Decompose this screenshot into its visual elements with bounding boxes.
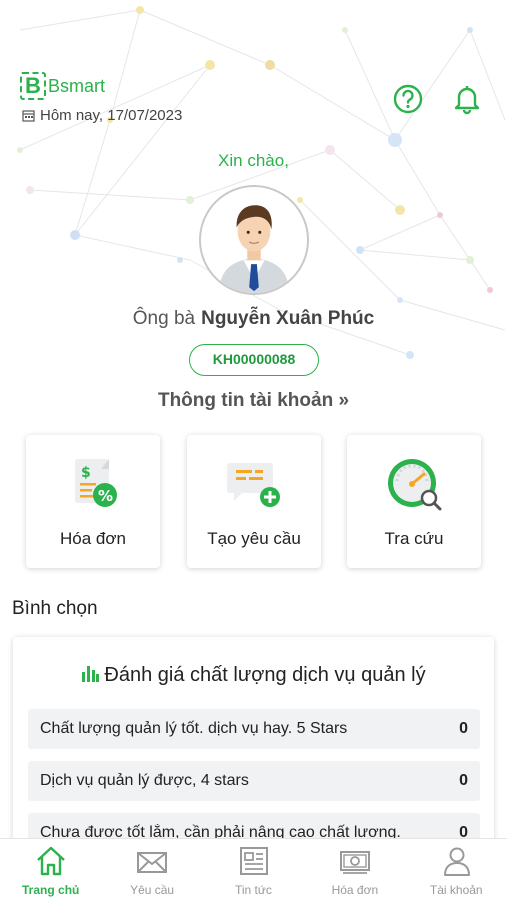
- poll-option-count: 0: [459, 772, 468, 789]
- logo-mark: B: [20, 72, 46, 100]
- invoice-card[interactable]: $ % Hóa đơn: [26, 435, 160, 568]
- nav-invoices-label: Hóa đơn: [331, 883, 379, 897]
- news-icon: [239, 847, 268, 875]
- poll-card: Đánh giá chất lượng dịch vụ quản lý Chất…: [13, 637, 494, 852]
- nav-news[interactable]: Tin tức: [203, 839, 304, 900]
- greeting: Xin chào,: [218, 151, 289, 170]
- nav-home-label: Trang chủ: [22, 883, 80, 897]
- create-request-label: Tạo yêu cầu: [207, 529, 301, 548]
- invoice-percent-icon: $ %: [75, 459, 117, 507]
- home-screen: B Bsmart Hôm nay, 17/07/2023 Xin chào, Ô…: [0, 0, 507, 900]
- customer-name-line: Ông bà Nguyễn Xuân Phúc: [0, 308, 507, 330]
- help-icon[interactable]: [392, 83, 424, 115]
- calendar-icon: [22, 110, 35, 122]
- poll-section-title: Bình chọn: [12, 598, 98, 619]
- invoice-label: Hóa đơn: [60, 529, 126, 548]
- lookup-card[interactable]: Tra cứu: [347, 435, 481, 568]
- poll-option[interactable]: Chất lượng quản lý tốt. dịch vụ hay. 5 S…: [28, 709, 480, 749]
- account-info-link[interactable]: Thông tin tài khoản »: [0, 390, 507, 412]
- poll-title: Đánh giá chất lượng dịch vụ quản lý: [104, 664, 426, 686]
- create-request-card[interactable]: Tạo yêu cầu: [187, 435, 321, 568]
- bar-chart-icon: [82, 666, 100, 682]
- poll-title-row: Đánh giá chất lượng dịch vụ quản lý: [13, 664, 494, 687]
- bottom-nav: Trang chủ Yêu cầu Tin tức Hóa đơn Tài kh…: [0, 838, 507, 900]
- nav-news-label: Tin tức: [235, 883, 272, 897]
- nav-account-label: Tài khoản: [429, 883, 483, 897]
- banknote-icon: [340, 851, 371, 874]
- lookup-label: Tra cứu: [384, 529, 444, 548]
- bell-icon[interactable]: [451, 83, 483, 115]
- lookup-gauge-icon: [388, 459, 442, 511]
- poll-option[interactable]: Dịch vụ quản lý được, 4 stars 0: [28, 761, 480, 801]
- user-icon: [443, 847, 470, 876]
- date-text: Hôm nay, 17/07/2023: [40, 107, 183, 124]
- customer-name: Nguyễn Xuân Phúc: [201, 308, 375, 329]
- customer-code-badge: KH00000088: [189, 344, 319, 376]
- brand-name: Bsmart: [48, 75, 106, 96]
- nav-requests-label: Yêu cầu: [130, 883, 175, 897]
- man-avatar-icon: [218, 205, 290, 293]
- nav-requests[interactable]: Yêu cầu: [101, 839, 202, 900]
- nav-invoices[interactable]: Hóa đơn: [304, 839, 405, 900]
- avatar[interactable]: [199, 185, 309, 295]
- envelope-icon: [137, 852, 168, 873]
- salutation: Ông bà: [132, 308, 196, 329]
- poll-option-text: Dịch vụ quản lý được, 4 stars: [40, 772, 249, 789]
- today-date: Hôm nay, 17/07/2023: [22, 107, 182, 124]
- poll-option-count: 0: [459, 720, 468, 737]
- brand-logo: B Bsmart: [20, 72, 105, 100]
- svg-text:%: %: [98, 487, 113, 505]
- svg-text:$: $: [81, 465, 91, 481]
- nav-home[interactable]: Trang chủ: [0, 839, 101, 900]
- nav-account[interactable]: Tài khoản: [406, 839, 507, 900]
- home-icon: [37, 846, 65, 876]
- create-request-icon: [227, 463, 280, 507]
- poll-option-text: Chất lượng quản lý tốt. dịch vụ hay. 5 S…: [40, 720, 348, 737]
